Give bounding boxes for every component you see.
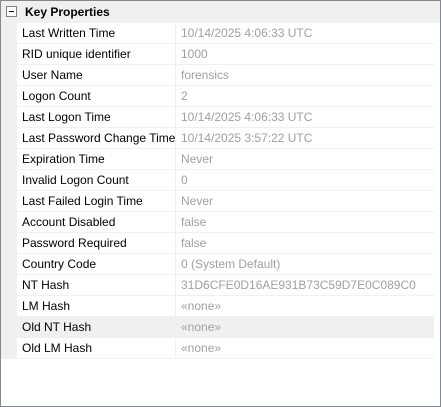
category-title: Key Properties xyxy=(25,4,110,19)
property-row-user-name[interactable]: User Name forensics xyxy=(1,65,440,86)
property-value[interactable]: Never xyxy=(176,191,434,212)
property-row-lm-hash[interactable]: LM Hash «none» xyxy=(1,296,440,317)
property-row-logon-count[interactable]: Logon Count 2 xyxy=(1,86,440,107)
category-header-key-properties[interactable]: Key Properties xyxy=(1,1,440,23)
property-value[interactable]: «none» xyxy=(176,296,434,317)
property-value[interactable]: Never xyxy=(176,149,434,170)
property-value[interactable]: 1000 xyxy=(176,44,434,65)
property-row-country-code[interactable]: Country Code 0 (System Default) xyxy=(1,254,440,275)
property-name: Invalid Logon Count xyxy=(17,170,176,191)
property-value[interactable]: false xyxy=(176,233,434,254)
property-name: Password Required xyxy=(17,233,176,254)
property-value[interactable]: forensics xyxy=(176,65,434,86)
property-value[interactable]: 10/14/2025 4:06:33 UTC xyxy=(176,107,434,128)
property-row-last-failed-login-time[interactable]: Last Failed Login Time Never xyxy=(1,191,440,212)
property-name: NT Hash xyxy=(17,275,176,296)
property-value[interactable]: false xyxy=(176,212,434,233)
property-name: Logon Count xyxy=(17,86,176,107)
property-name: Last Logon Time xyxy=(17,107,176,128)
property-name: Account Disabled xyxy=(17,212,176,233)
property-name: Old NT Hash xyxy=(17,317,176,338)
property-value[interactable]: «none» xyxy=(176,338,434,359)
property-value[interactable]: 10/14/2025 4:06:33 UTC xyxy=(176,23,434,44)
property-grid[interactable]: Key Properties Last Written Time 10/14/2… xyxy=(0,0,441,407)
collapse-icon[interactable] xyxy=(6,6,17,17)
property-name: Expiration Time xyxy=(17,149,176,170)
property-row-last-logon-time[interactable]: Last Logon Time 10/14/2025 4:06:33 UTC xyxy=(1,107,440,128)
property-name: RID unique identifier xyxy=(17,44,176,65)
property-rows: Last Written Time 10/14/2025 4:06:33 UTC… xyxy=(1,23,440,359)
property-row-last-password-change-time[interactable]: Last Password Change Time 10/14/2025 3:5… xyxy=(1,128,440,149)
property-name: Old LM Hash xyxy=(17,338,176,359)
property-value[interactable]: 31D6CFE0D16AE931B73C59D7E0C089C0 xyxy=(176,275,434,296)
property-row-nt-hash[interactable]: NT Hash 31D6CFE0D16AE931B73C59D7E0C089C0 xyxy=(1,275,440,296)
property-value[interactable]: 0 xyxy=(176,170,434,191)
property-value[interactable]: 10/14/2025 3:57:22 UTC xyxy=(176,128,434,149)
property-row-old-nt-hash[interactable]: Old NT Hash «none» xyxy=(1,317,440,338)
property-value[interactable]: 0 (System Default) xyxy=(176,254,434,275)
property-name: Last Password Change Time xyxy=(17,128,176,149)
property-name: Last Failed Login Time xyxy=(17,191,176,212)
property-row-expiration-time[interactable]: Expiration Time Never xyxy=(1,149,440,170)
property-row-invalid-logon-count[interactable]: Invalid Logon Count 0 xyxy=(1,170,440,191)
property-row-account-disabled[interactable]: Account Disabled false xyxy=(1,212,440,233)
property-name: User Name xyxy=(17,65,176,86)
property-value[interactable]: «none» xyxy=(176,317,434,338)
property-row-password-required[interactable]: Password Required false xyxy=(1,233,440,254)
property-row-old-lm-hash[interactable]: Old LM Hash «none» xyxy=(1,338,440,359)
property-name: Country Code xyxy=(17,254,176,275)
property-row-rid[interactable]: RID unique identifier 1000 xyxy=(1,44,440,65)
property-value[interactable]: 2 xyxy=(176,86,434,107)
property-name: Last Written Time xyxy=(17,23,176,44)
property-row-last-written-time[interactable]: Last Written Time 10/14/2025 4:06:33 UTC xyxy=(1,23,440,44)
property-name: LM Hash xyxy=(17,296,176,317)
